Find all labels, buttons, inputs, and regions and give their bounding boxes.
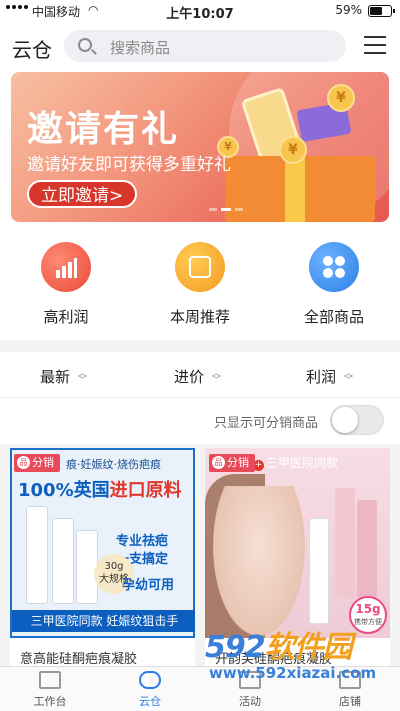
model-illustration [213,486,305,636]
battery-percent: 59% [335,3,362,17]
quick-entry-label: 高利润 [43,308,89,326]
banner-headline: 邀请有礼 [27,109,180,150]
product-name: 意高能硅酮疤痕凝胶 [20,652,138,667]
quick-entry-weekly-picks[interactable]: 本周推荐 [140,242,260,327]
sort-toggle-icon: ︿ ﹀ [78,368,88,386]
quick-entries: 高利润 本周推荐 全部商品 [0,228,400,340]
sort-cost-price[interactable]: 进价 ︿ ﹀ [174,366,221,387]
search-placeholder: 搜索商品 [110,39,171,57]
clover-grid-icon [309,242,359,292]
watermark-url: www.592xiazai.com [209,664,377,682]
watermark: 592软件园 www.592xiazai.com [205,618,400,711]
image-text: + 三甲医院同款 [253,456,339,471]
distribution-tag: 分销 [209,454,255,472]
filter-label: 只显示可分销商品 [213,416,318,431]
quick-entry-high-profit[interactable]: 高利润 [6,242,126,327]
status-bar: 中国移动 ◠ 上午10:07 59% [0,0,400,22]
sort-label: 最新 [40,368,71,386]
watermark-logo: 592软件园 [205,630,353,665]
shopping-bag-icon [175,242,225,292]
search-icon [78,38,92,52]
quick-entry-label: 全部商品 [303,308,364,326]
search-input[interactable]: 搜索商品 [64,30,346,62]
cloud-icon [139,671,161,689]
distributable-toggle[interactable] [330,405,384,435]
tab-label: 云仓 [139,695,161,708]
tab-workbench[interactable]: 工作台 [0,671,100,709]
product-tube [52,518,74,604]
tab-cloud-warehouse[interactable]: 云仓 [100,671,200,709]
sort-bar: 最新 ︿ ﹀ 进价 ︿ ﹀ 利润 ︿ ﹀ [0,352,400,398]
sort-label: 进价 [174,368,205,386]
distributable-filter: 只显示可分销商品 [0,398,400,444]
sort-profit[interactable]: 利润 ︿ ﹀ [306,366,353,387]
image-text: 痕·妊娠纹·烧伤疤痕 [66,458,161,471]
carousel-indicator [209,208,243,211]
image-text: 100%英国进口原料 [18,480,182,501]
top-header: 云仓 搜索商品 [0,22,400,72]
sort-toggle-icon: ︿ ﹀ [212,368,222,386]
sort-newest[interactable]: 最新 ︿ ﹀ [40,366,87,387]
product-tube [309,518,329,624]
distribution-tag: 分销 [14,454,60,472]
product-image: 15g 携带方便 + 三甲医院同款 [205,448,390,638]
tab-label: 工作台 [33,695,67,708]
invite-banner[interactable]: ¥ ¥ ¥ 邀请有礼 邀请好友即可获得多重好礼 立即邀请> [11,72,389,222]
sort-label: 利润 [306,368,337,386]
product-tube [26,506,48,604]
page-title: 云仓 [12,38,52,62]
gift-box-illustration [225,156,375,222]
product-tube [335,488,355,598]
coin-icon: ¥ [327,84,355,112]
banner-section: ¥ ¥ ¥ 邀请有礼 邀请好友即可获得多重好礼 立即邀请> [0,72,400,228]
product-tube [357,500,377,598]
battery-icon [368,5,395,17]
image-text: 孕幼可用 [122,578,175,593]
sort-toggle-icon: ︿ ﹀ [344,368,354,386]
coin-icon: ¥ [279,136,307,164]
product-image: 痕·妊娠纹·烧伤疤痕 100%英国进口原料 专业祛疤 一支搞定 30g 大规格 孕… [10,448,195,638]
banner-subtitle: 邀请好友即可获得多重好礼 [27,155,231,175]
product-card[interactable]: 痕·妊娠纹·烧伤疤痕 100%英国进口原料 专业祛疤 一支搞定 30g 大规格 孕… [10,448,195,670]
quick-entry-label: 本周推荐 [169,308,230,326]
quick-entry-all-products[interactable]: 全部商品 [274,242,394,327]
image-text: 专业祛疤 [116,534,169,549]
chart-up-icon [41,242,91,292]
hamburger-menu-icon[interactable] [364,36,386,54]
invite-now-button[interactable]: 立即邀请> [27,180,138,208]
workbench-icon [39,671,61,689]
image-footer-text: 三甲医院同款 妊娠纹狙击手 [12,610,195,632]
